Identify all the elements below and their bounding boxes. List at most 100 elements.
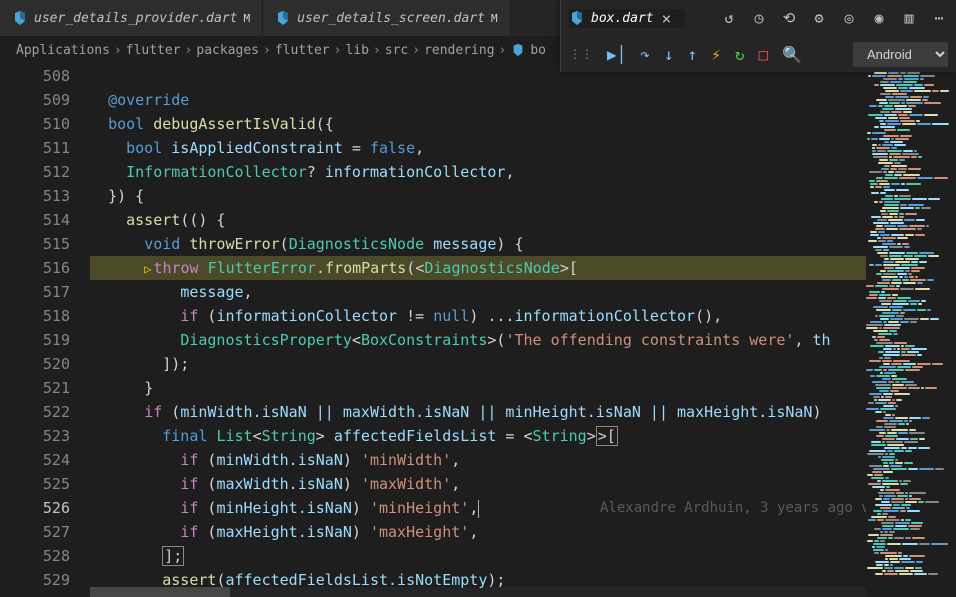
line-number: 519 [0, 328, 70, 352]
breadcrumb-file[interactable]: bo [530, 43, 546, 58]
code-line: if (minWidth.isNaN || maxWidth.isNaN || … [90, 400, 956, 424]
code-line: if (informationCollector != null) ...inf… [90, 304, 956, 328]
code-line: if (minWidth.isNaN) 'minWidth', [90, 448, 956, 472]
step-over-icon[interactable]: ↷ [640, 45, 650, 64]
chevron-right-icon: › [185, 43, 193, 58]
chevron-right-icon: › [263, 43, 271, 58]
breadcrumb-part[interactable]: Applications [16, 43, 110, 58]
code-line: if (minHeight.isNaN) 'minHeight',Alexand… [90, 496, 956, 520]
target-icon[interactable]: ◎ [840, 9, 858, 27]
line-number: 517 [0, 280, 70, 304]
line-number: 521 [0, 376, 70, 400]
drag-handle-icon[interactable]: ⋮⋮ [569, 47, 593, 61]
line-number: 522 [0, 400, 70, 424]
chevron-right-icon: › [499, 43, 507, 58]
more-icon[interactable]: ⋯ [930, 9, 948, 27]
tab-modified-indicator: M [244, 12, 251, 25]
chevron-right-icon: › [334, 43, 342, 58]
chevron-right-icon: › [114, 43, 122, 58]
line-number: 518 [0, 304, 70, 328]
tab-name: user_details_provider.dart [34, 11, 238, 26]
dart-icon [510, 42, 526, 58]
tab-user-details-provider[interactable]: user_details_provider.dart M [0, 0, 263, 36]
horizontal-scrollbar[interactable] [90, 587, 866, 597]
breadcrumb-part[interactable]: src [385, 43, 408, 58]
line-number: 526 [0, 496, 70, 520]
code-line: bool isAppliedConstraint = false, [90, 136, 956, 160]
dart-icon [275, 10, 291, 26]
tab-box-dart[interactable]: box.dart × [569, 9, 685, 28]
debug-controls: ⋮⋮ ▶│ ↷ ↓ ↑ ⚡ ↻ □ 🔍 Android [561, 36, 956, 72]
hot-reload-icon[interactable]: ⚡ [711, 45, 721, 64]
line-number: 508 [0, 64, 70, 88]
breadcrumb-part[interactable]: lib [345, 43, 368, 58]
line-number: 525 [0, 472, 70, 496]
tab-name: user_details_screen.dart [297, 11, 485, 26]
inspect-icon[interactable]: 🔍 [782, 45, 802, 64]
tab-user-details-screen[interactable]: user_details_screen.dart M [263, 0, 510, 36]
minimap-content: // inline generation placeholder below [866, 64, 956, 578]
code-line: @override [90, 88, 956, 112]
continue-icon[interactable]: ▶│ [607, 45, 626, 64]
line-number: 509 [0, 88, 70, 112]
breadcrumb-part[interactable]: rendering [424, 43, 494, 58]
tab-name: box.dart [591, 11, 654, 26]
code-line: void throwError(DiagnosticsNode message)… [90, 232, 956, 256]
code-line: }) { [90, 184, 956, 208]
line-number: 512 [0, 160, 70, 184]
chevron-right-icon: › [412, 43, 420, 58]
tab-modified-indicator: M [491, 12, 498, 25]
restart-icon[interactable]: ↻ [735, 45, 745, 64]
code-line-execution: ▷throw FlutterError.fromParts(<Diagnosti… [90, 256, 956, 280]
code-line: assert(() { [90, 208, 956, 232]
line-number: 523 [0, 424, 70, 448]
scrollbar-thumb[interactable] [90, 587, 230, 597]
debug-toolbar: box.dart × ↺ ◷ ⟲ ⚙ ◎ ◉ ▥ ⋯ ⋮⋮ ▶│ ↷ ↓ ↑ ⚡… [560, 0, 956, 72]
stop-icon[interactable]: □ [758, 45, 768, 64]
debug-target-select[interactable]: Android [853, 42, 948, 67]
cursor [478, 500, 479, 518]
line-number: ◇516 [0, 256, 70, 280]
step-out-icon[interactable]: ↑ [688, 45, 698, 64]
layout-icon[interactable]: ▥ [900, 9, 918, 27]
code-line: InformationCollector? informationCollect… [90, 160, 956, 184]
debug-toolbar-top: box.dart × ↺ ◷ ⟲ ⚙ ◎ ◉ ▥ ⋯ [561, 0, 956, 36]
git-blame-annotation: Alexandre Ardhuin, 3 years ago vi [600, 496, 878, 520]
code-line: final List<String> affectedFieldsList = … [90, 424, 956, 448]
code-line: } [90, 376, 956, 400]
line-number: 513 [0, 184, 70, 208]
line-number: 524 [0, 448, 70, 472]
line-number: 514 [0, 208, 70, 232]
line-number: 527 [0, 520, 70, 544]
chevron-right-icon: › [373, 43, 381, 58]
line-number: 528 [0, 544, 70, 568]
code-area[interactable]: @override bool debugAssertIsValid({ bool… [90, 64, 956, 597]
breadcrumb-part[interactable]: flutter [275, 43, 330, 58]
breadcrumb-part[interactable]: packages [196, 43, 259, 58]
link-icon[interactable]: ⟲ [780, 9, 798, 27]
line-number: 529 [0, 568, 70, 592]
step-into-icon[interactable]: ↓ [664, 45, 674, 64]
code-line: ]; [90, 544, 956, 568]
code-line: if (maxWidth.isNaN) 'maxWidth', [90, 472, 956, 496]
settings-icon[interactable]: ⚙ [810, 9, 828, 27]
dart-icon [569, 10, 585, 26]
history-icon[interactable]: ↺ [720, 9, 738, 27]
close-icon[interactable]: × [660, 9, 674, 28]
timer-icon[interactable]: ◷ [750, 9, 768, 27]
code-line: message, [90, 280, 956, 304]
line-number: 510 [0, 112, 70, 136]
line-number: 520 [0, 352, 70, 376]
breadcrumb-part[interactable]: flutter [126, 43, 181, 58]
code-line: ]); [90, 352, 956, 376]
code-line: if (maxHeight.isNaN) 'maxHeight', [90, 520, 956, 544]
execution-pointer-icon: ▷ [144, 262, 151, 276]
dart-icon [12, 10, 28, 26]
minimap[interactable]: // inline generation placeholder below [866, 64, 956, 597]
code-line: DiagnosticsProperty<BoxConstraints>('The… [90, 328, 956, 352]
bulb-icon[interactable]: ◉ [870, 9, 888, 27]
editor[interactable]: 508 509 510 511 512 513 514 515 ◇516 517… [0, 64, 956, 597]
code-line: bool debugAssertIsValid({ [90, 112, 956, 136]
line-number: 515 [0, 232, 70, 256]
line-gutter: 508 509 510 511 512 513 514 515 ◇516 517… [0, 64, 90, 597]
